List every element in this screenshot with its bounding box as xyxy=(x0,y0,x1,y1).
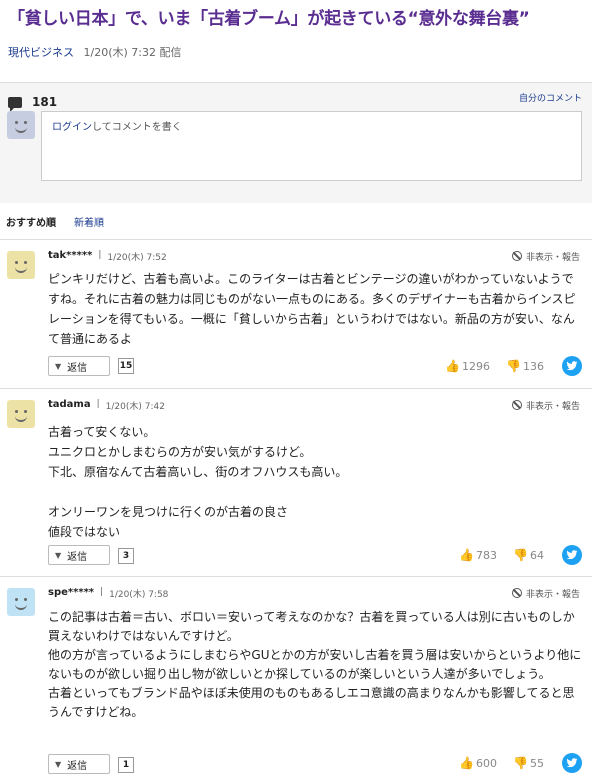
twitter-bird-icon xyxy=(566,550,578,560)
divider: | xyxy=(98,250,102,260)
hide-report-label: 非表示・報告 xyxy=(525,590,580,600)
comment-input[interactable]: ログインしてコメントを書く xyxy=(41,111,582,181)
comment-body: 古着って安くない。 ユニクロとかしまむらの方が安い気がするけど。 下北、原宿なん… xyxy=(48,425,348,539)
twitter-share-button[interactable] xyxy=(562,545,582,565)
comment-date: 1/20(木) 7:52 xyxy=(107,253,167,263)
hide-report-link[interactable]: 非表示・報告 xyxy=(511,587,580,600)
dislike-count: 64 xyxy=(530,549,544,562)
hide-report-label: 非表示・報告 xyxy=(525,253,580,263)
comment-date: 1/20(木) 7:58 xyxy=(109,590,169,600)
hide-report-link[interactable]: 非表示・報告 xyxy=(511,250,580,263)
twitter-bird-icon xyxy=(566,758,578,768)
comment-count: 181 xyxy=(32,95,58,109)
thumbs-down-icon: 👎 xyxy=(513,756,528,770)
hide-report-label: 非表示・報告 xyxy=(525,402,580,412)
dislike-count: 136 xyxy=(523,360,544,373)
commenter-avatar xyxy=(7,400,35,428)
comment-username[interactable]: spe***** xyxy=(48,587,94,600)
user-avatar xyxy=(7,111,35,139)
reply-button[interactable]: ▼ 返信 xyxy=(48,754,110,774)
chevron-down-icon: ▼ xyxy=(55,361,62,371)
thumbs-down-icon: 👎 xyxy=(513,548,528,562)
login-link[interactable]: ログイン xyxy=(52,122,92,133)
like-count: 1296 xyxy=(462,360,491,373)
thumbs-down-icon: 👎 xyxy=(506,359,521,373)
divider: | xyxy=(96,399,100,409)
twitter-bird-icon xyxy=(566,361,578,371)
dislike-button[interactable]: 👎 64 xyxy=(513,548,544,562)
hide-report-link[interactable]: 非表示・報告 xyxy=(511,399,580,412)
block-icon xyxy=(511,588,522,598)
commenter-avatar xyxy=(7,251,35,279)
dislike-button[interactable]: 👎 55 xyxy=(513,756,544,770)
comment-username[interactable]: tak***** xyxy=(48,250,92,263)
comment-header: spe***** | 1/20(木) 7:58 xyxy=(48,587,168,600)
block-icon xyxy=(511,251,522,261)
article-header: 「貧しい日本」で、いま「古着ブーム」が起きている“意外な舞台裏” 現代ビジネス … xyxy=(0,0,592,82)
article-title[interactable]: 「貧しい日本」で、いま「古着ブーム」が起きている“意外な舞台裏” xyxy=(8,8,584,30)
comment-header: tak***** | 1/20(木) 7:52 xyxy=(48,250,167,263)
dislike-button[interactable]: 👎 136 xyxy=(506,359,544,373)
reply-button[interactable]: ▼ 返信 xyxy=(48,545,110,565)
sort-recommended-tab[interactable]: おすすめ順 xyxy=(6,214,56,229)
comment-username[interactable]: tadama xyxy=(48,399,91,412)
twitter-share-button[interactable] xyxy=(562,753,582,773)
reply-label: 返信 xyxy=(67,551,88,563)
vote-buttons: 👍 600 👎 55 xyxy=(459,756,544,770)
like-button[interactable]: 👍 1296 xyxy=(445,359,490,373)
reply-label: 返信 xyxy=(67,362,88,374)
comment-count-row: 181 xyxy=(8,95,58,112)
thumbs-up-icon: 👍 xyxy=(459,756,475,770)
comment-bubble-icon xyxy=(8,96,22,112)
like-count: 600 xyxy=(476,757,498,770)
my-comments-link[interactable]: 自分のコメント xyxy=(519,91,582,104)
comment-date: 1/20(木) 7:42 xyxy=(105,402,165,412)
thumbs-up-icon: 👍 xyxy=(445,359,461,373)
reply-label: 返信 xyxy=(67,760,88,772)
comment-body: この記事は古着＝古い、ボロい＝安いって考えなのかな？古着を買っている人は別に古い… xyxy=(48,610,582,719)
reply-count: 1 xyxy=(118,757,134,773)
divider: | xyxy=(100,587,104,597)
like-button[interactable]: 👍 600 xyxy=(459,756,497,770)
reply-count: 15 xyxy=(118,358,134,374)
reply-button[interactable]: ▼ 返信 xyxy=(48,356,110,376)
like-button[interactable]: 👍 783 xyxy=(459,548,497,562)
twitter-share-button[interactable] xyxy=(562,356,582,376)
like-count: 783 xyxy=(476,549,498,562)
sort-newest-tab[interactable]: 新着順 xyxy=(74,214,104,229)
chevron-down-icon: ▼ xyxy=(55,550,62,560)
thumbs-up-icon: 👍 xyxy=(459,548,475,562)
block-icon xyxy=(511,400,522,410)
comment-body: ピンキリだけど、古着も高いよ。このライターは古着とビンテージの違いがわかっていな… xyxy=(48,272,576,346)
article-meta: 現代ビジネス 1/20(木) 7:32 配信 xyxy=(8,44,584,60)
article-source[interactable]: 現代ビジネス xyxy=(8,46,74,59)
comment-input-placeholder: してコメントを書く xyxy=(92,122,182,133)
article-date: 1/20(木) 7:32 配信 xyxy=(83,46,182,59)
reply-count: 3 xyxy=(118,548,134,564)
comment-item: tadama | 1/20(木) 7:42 非表示・報告 古着って安くない。 ユ… xyxy=(0,388,592,577)
comment-header: tadama | 1/20(木) 7:42 xyxy=(48,399,165,412)
comment-panel: 181 自分のコメント ログインしてコメントを書く xyxy=(0,82,592,203)
comment-item: tak***** | 1/20(木) 7:52 非表示・報告 ピンキリだけど、古… xyxy=(0,239,592,389)
sort-tabs: おすすめ順 新着順 xyxy=(0,203,592,240)
chevron-down-icon: ▼ xyxy=(55,759,62,769)
vote-buttons: 👍 1296 👎 136 xyxy=(445,359,544,373)
vote-buttons: 👍 783 👎 64 xyxy=(459,548,544,562)
commenter-avatar xyxy=(7,588,35,616)
comment-item: spe***** | 1/20(木) 7:58 非表示・報告 この記事は古着＝古… xyxy=(0,576,592,784)
dislike-count: 55 xyxy=(530,757,544,770)
